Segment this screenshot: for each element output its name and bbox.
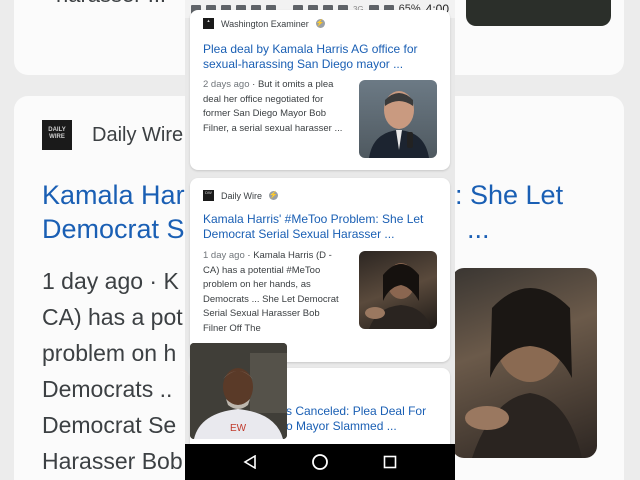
back-icon[interactable] [240,452,260,472]
source-row: ▲ Washington Examiner ⚡ [203,18,325,29]
bg-title: Kamala Har Democrat S [42,180,185,244]
amp-icon: ⚡ [269,191,279,200]
article-age: 2 days ago [203,79,250,90]
source-logo: DW [203,190,214,201]
amp-icon: ⚡ [315,19,325,28]
bg-thumbnail-right [452,268,597,458]
news-card[interactable]: DW Daily Wire ⚡ Kamala Harris' #MeToo Pr… [190,178,450,362]
article-snippet: 1 day ago · Kamala Harris (D - CA) has a… [203,250,339,334]
source-logo: ▲ [203,18,214,29]
recents-icon[interactable] [380,452,400,472]
source-name: Daily Wire [221,190,263,201]
article-age: 1 day ago [203,250,245,261]
source-row: DW Daily Wire ⚡ [203,190,279,201]
article-title[interactable]: Plea deal by Kamala Harris AG office for… [203,42,435,72]
webcam-overlay: EW [190,343,287,439]
bg-source-name: Daily Wire [92,124,184,146]
bg-title-right: : She Let ... [455,180,564,244]
article-thumbnail[interactable] [359,251,437,329]
home-icon[interactable] [310,452,330,472]
source-name: Washington Examiner [221,18,309,29]
bg-source-logo: DAILY WIRE [42,120,72,150]
navigation-bar [185,444,455,480]
bg-snippet: 1 day ago · K CA) has a pot problem on h… [42,268,183,474]
article-title[interactable]: Kamala Harris' #MeToo Problem: She Let D… [203,212,435,242]
article-thumbnail[interactable] [359,80,437,158]
article-snippet: 2 days ago · But it omits a plea deal he… [203,79,343,134]
bg-top-snippet: harasser ... [56,0,166,8]
article-title[interactable]: s Canceled: Plea Deal For o Mayor Slamme… [286,404,436,434]
bg-thumbnail-top [466,0,611,26]
svg-text:EW: EW [230,423,247,434]
news-card[interactable]: ▲ Washington Examiner ⚡ Plea deal by Kam… [190,10,450,170]
